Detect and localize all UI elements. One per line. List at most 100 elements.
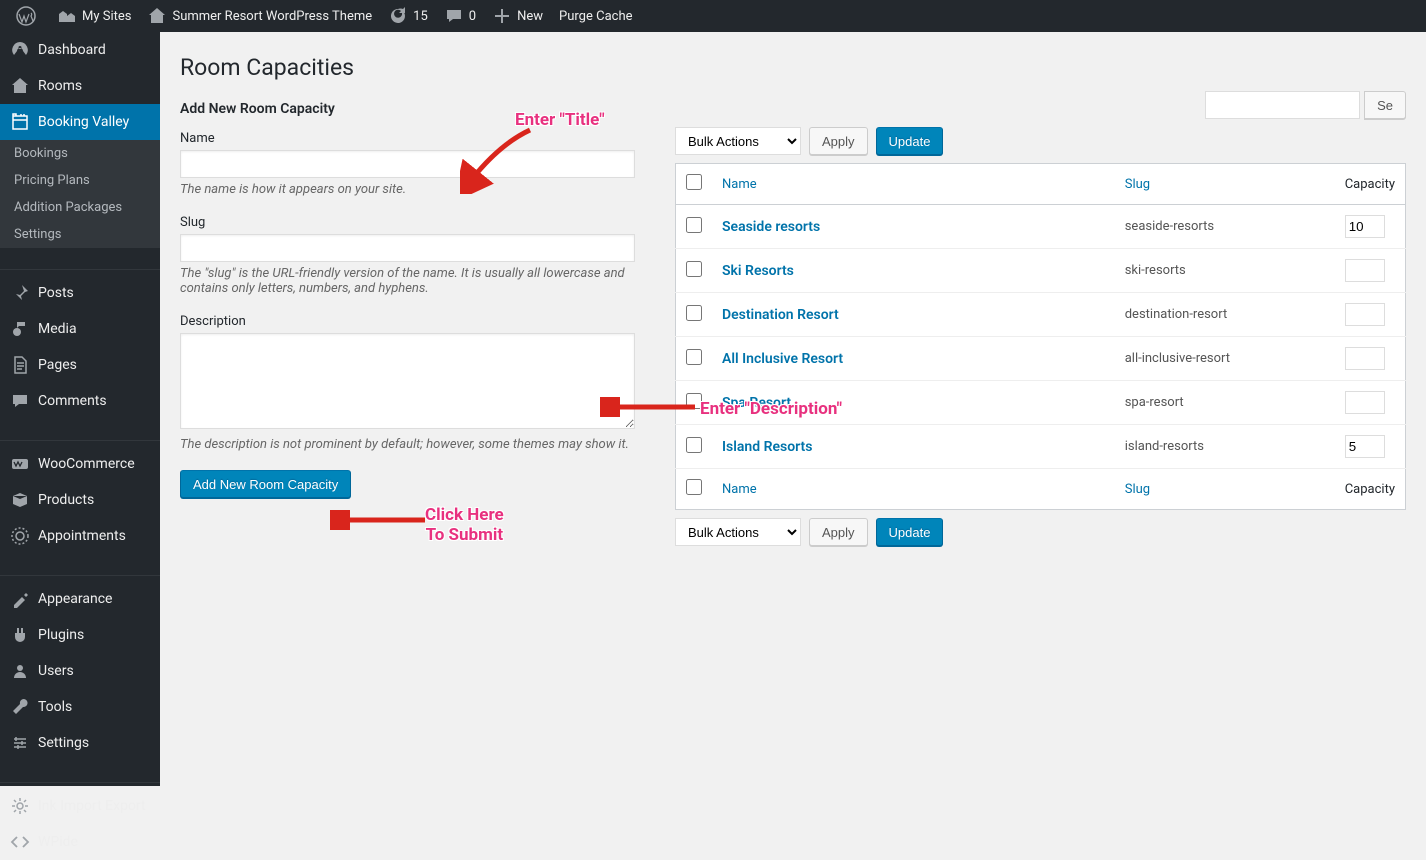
slug-hint: The "slug" is the URL-friendly version o… (180, 266, 635, 296)
mysites-icon (57, 6, 77, 26)
sidebar-item-wpide[interactable]: WPide (0, 824, 160, 860)
row-name-link[interactable]: Ski Resorts (722, 263, 794, 279)
site-name[interactable]: Summer Resort WordPress Theme (139, 0, 380, 32)
separator (0, 424, 160, 441)
row-name-link[interactable]: Spa Resort (722, 395, 791, 411)
gear-icon (10, 796, 30, 816)
comment-icon (444, 6, 464, 26)
updates[interactable]: 15 (380, 0, 436, 32)
form-title: Add New Room Capacity (180, 101, 635, 117)
comments-ab[interactable]: 0 (436, 0, 484, 32)
sidebar-item-appointments[interactable]: Appointments (0, 518, 160, 554)
slug-input[interactable] (180, 234, 635, 262)
row-checkbox[interactable] (686, 305, 702, 321)
tools-icon (10, 697, 30, 717)
row-name-link[interactable]: Destination Resort (722, 307, 839, 323)
updates-count: 15 (413, 9, 428, 24)
row-slug: ski-resorts (1115, 249, 1335, 293)
table-row: All Inclusive Resort all-inclusive-resort (676, 337, 1406, 381)
sidebar-item-users[interactable]: Users (0, 653, 160, 689)
wp-logo[interactable] (8, 0, 49, 32)
sidebar-item-plugins[interactable]: Plugins (0, 617, 160, 653)
table-row: Seaside resorts seaside-resorts (676, 205, 1406, 249)
bulk-actions-select-bottom[interactable]: Bulk Actions (675, 518, 801, 546)
row-capacity-input[interactable] (1345, 303, 1385, 326)
sidebar-item-ink-import-export[interactable]: Ink Import Export (0, 788, 160, 824)
description-label: Description (180, 314, 635, 329)
sidebar-item-tools[interactable]: Tools (0, 689, 160, 725)
sidebar-item-posts[interactable]: Posts (0, 275, 160, 311)
search-input[interactable] (1205, 91, 1360, 119)
row-slug: destination-resort (1115, 293, 1335, 337)
add-form: Add New Room Capacity Name The name is h… (180, 101, 635, 554)
submenu-settings[interactable]: Settings (0, 221, 160, 248)
apply-button-bottom[interactable]: Apply (809, 518, 868, 546)
separator (0, 766, 160, 783)
row-checkbox[interactable] (686, 393, 702, 409)
apply-button-top[interactable]: Apply (809, 127, 868, 155)
submit-button[interactable]: Add New Room Capacity (180, 470, 351, 498)
row-checkbox[interactable] (686, 349, 702, 365)
main-content: Room Capacities Add New Room Capacity Na… (160, 32, 1426, 786)
appointments-icon (10, 526, 30, 546)
submenu-bookings[interactable]: Bookings (0, 140, 160, 167)
row-capacity-input[interactable] (1345, 391, 1385, 414)
sidebar-item-pages[interactable]: Pages (0, 347, 160, 383)
bulk-actions-select-top[interactable]: Bulk Actions (675, 127, 801, 155)
row-slug: all-inclusive-resort (1115, 337, 1335, 381)
sidebar-item-products[interactable]: Products (0, 482, 160, 518)
media-icon (10, 319, 30, 339)
sidebar-item-woocommerce[interactable]: WooCommerce (0, 446, 160, 482)
col-slug[interactable]: Slug (1115, 164, 1335, 205)
purge-label: Purge Cache (559, 9, 632, 24)
col-slug[interactable]: Slug (1115, 469, 1335, 510)
row-capacity-input[interactable] (1345, 215, 1385, 238)
description-input[interactable] (180, 333, 635, 429)
sidebar-item-dashboard[interactable]: Dashboard (0, 32, 160, 68)
row-checkbox[interactable] (686, 217, 702, 233)
purge-cache[interactable]: Purge Cache (551, 0, 640, 32)
row-name-link[interactable]: Island Resorts (722, 439, 812, 455)
sidebar-item-settings[interactable]: Settings (0, 725, 160, 761)
sidebar-label: Dashboard (38, 42, 106, 58)
row-capacity-input[interactable] (1345, 259, 1385, 282)
sidebar-label: Booking Valley (38, 114, 129, 130)
new-content[interactable]: New (484, 0, 551, 32)
submenu-addition-packages[interactable]: Addition Packages (0, 194, 160, 221)
row-checkbox[interactable] (686, 261, 702, 277)
sidebar-item-media[interactable]: Media (0, 311, 160, 347)
row-capacity-input[interactable] (1345, 347, 1385, 370)
sidebar-item-comments[interactable]: Comments (0, 383, 160, 419)
pin-icon (10, 283, 30, 303)
row-name-link[interactable]: Seaside resorts (722, 219, 820, 235)
separator (0, 253, 160, 270)
search-button[interactable]: Se (1364, 91, 1406, 119)
admin-bar: My Sites Summer Resort WordPress Theme 1… (0, 0, 1426, 32)
my-sites[interactable]: My Sites (49, 0, 139, 32)
select-all-top[interactable] (686, 174, 702, 190)
update-button-top[interactable]: Update (876, 127, 944, 155)
list-area: Se Bulk Actions Apply Update Name Slug (675, 101, 1406, 554)
update-button-bottom[interactable]: Update (876, 518, 944, 546)
table-row: Ski Resorts ski-resorts (676, 249, 1406, 293)
row-slug: seaside-resorts (1115, 205, 1335, 249)
col-name[interactable]: Name (712, 164, 1115, 205)
row-checkbox[interactable] (686, 437, 702, 453)
description-hint: The description is not prominent by defa… (180, 437, 635, 452)
col-name[interactable]: Name (712, 469, 1115, 510)
code-icon (10, 832, 30, 852)
table-row: Island Resortsisland-resorts (676, 425, 1406, 469)
plugins-icon (10, 625, 30, 645)
submenu-pricing-plans[interactable]: Pricing Plans (0, 167, 160, 194)
woocommerce-icon (10, 454, 30, 474)
row-capacity-input[interactable] (1345, 435, 1385, 458)
appearance-icon (10, 589, 30, 609)
row-name-link[interactable]: All Inclusive Resort (722, 351, 843, 367)
sidebar-item-booking-valley[interactable]: Booking Valley (0, 104, 160, 140)
name-input[interactable] (180, 150, 635, 178)
sidebar-item-rooms[interactable]: Rooms (0, 68, 160, 104)
table-row: Spa Resortspa-resort (676, 381, 1406, 425)
wordpress-icon (16, 6, 36, 26)
select-all-bottom[interactable] (686, 479, 702, 495)
sidebar-item-appearance[interactable]: Appearance (0, 581, 160, 617)
